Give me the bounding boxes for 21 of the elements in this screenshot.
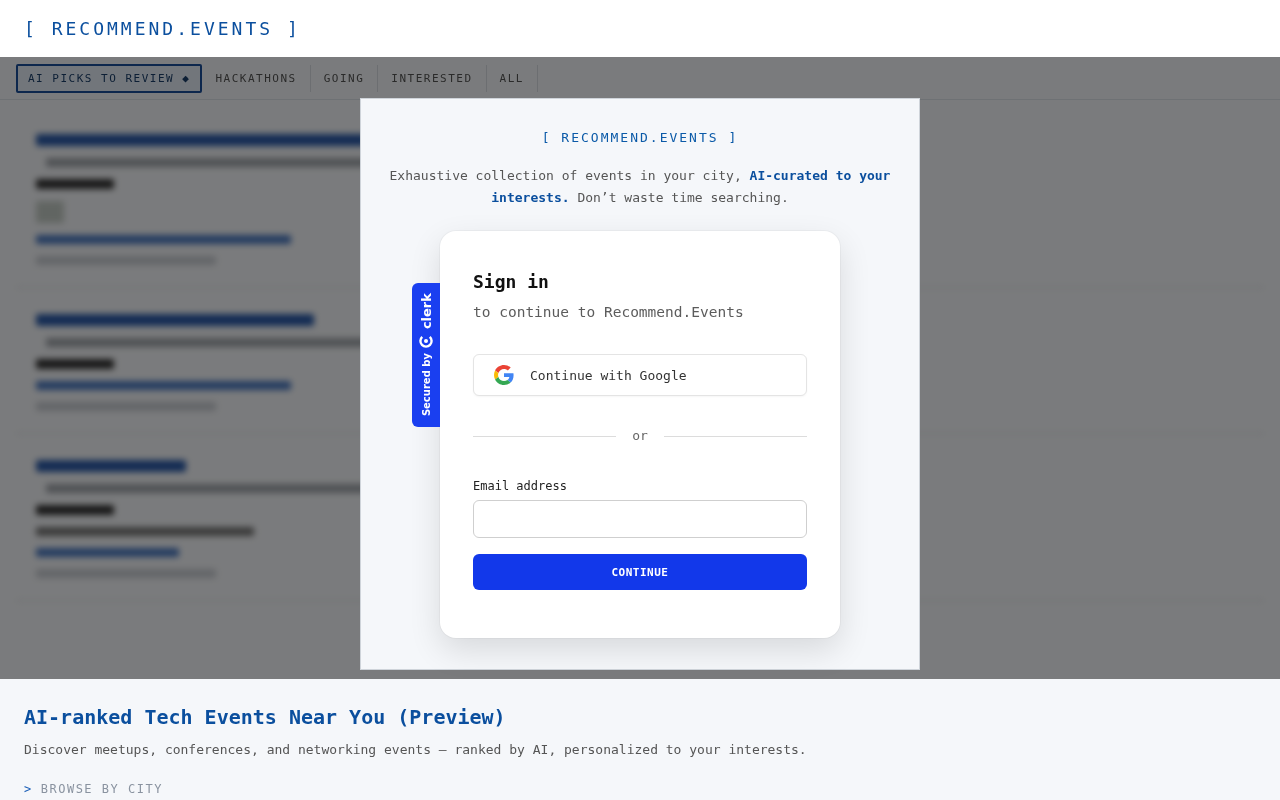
filter-tab[interactable]: GOING (310, 64, 379, 92)
filter-tab[interactable]: INTERESTED (378, 64, 487, 92)
modal-logo: [ RECOMMEND.EVENTS ] (541, 130, 739, 146)
site-logo[interactable]: [ RECOMMEND.EVENTS ] (24, 18, 301, 39)
divider-label: or (632, 428, 648, 444)
filter-tab[interactable]: AI PICKS TO REVIEW ◆ (16, 63, 203, 93)
c-logo-icon (419, 334, 433, 349)
sign-in-subtitle: to continue to Recommend.Events (473, 303, 745, 322)
filter-tab[interactable]: HACKATHONS (202, 64, 311, 92)
browse-by-city-link[interactable]: > BROWSE BY CITY (24, 781, 163, 797)
email-field[interactable] (473, 500, 807, 538)
filter-tab[interactable]: ALL (486, 64, 538, 92)
email-label: Email address (473, 479, 568, 493)
page-description: Discover meetups, conferences, and networking events — ranked by AI, personalized to your interests. (24, 741, 808, 759)
page-heading: AI-ranked Tech Events Near You (Preview) (24, 705, 507, 729)
google-sign-in-button[interactable]: Continue with Google (473, 354, 807, 396)
sign-in-title: Sign in (473, 271, 550, 293)
secured-by-badge[interactable]: Secured by clerk (412, 283, 440, 427)
modal-tagline: Exhaustive collection of events in your city, AI-curated to your interests. Don’t waste time searching. (388, 167, 892, 207)
g-logo-icon (494, 365, 514, 385)
continue-button[interactable]: CONTINUE (473, 554, 807, 590)
